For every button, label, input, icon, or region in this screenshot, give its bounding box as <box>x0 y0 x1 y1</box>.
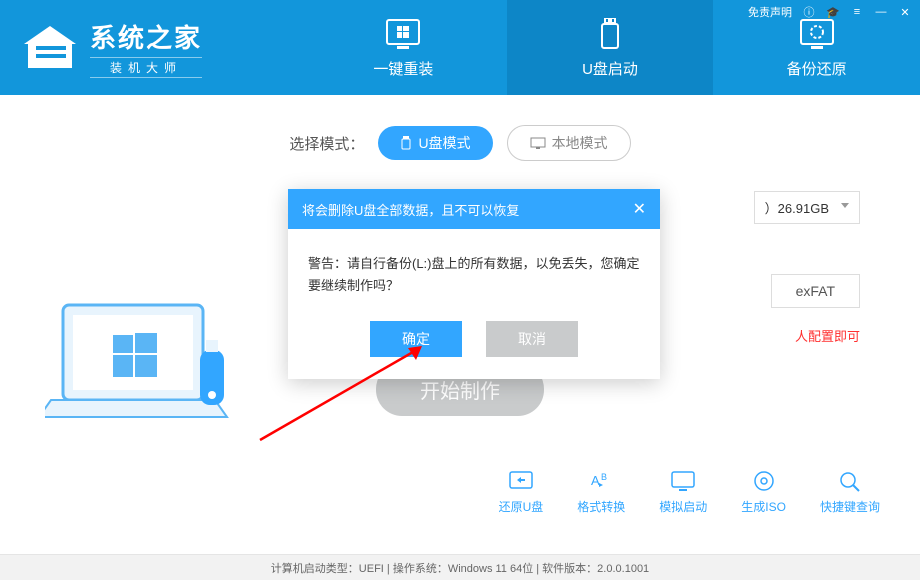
logo-area: 系统之家 装机大师 <box>0 0 300 95</box>
mode-local[interactable]: 本地模式 <box>507 125 631 161</box>
usb-icon <box>590 16 630 52</box>
minimize-icon[interactable]: — <box>874 5 888 19</box>
svg-text:B: B <box>601 472 607 482</box>
graduation-icon[interactable]: 🎓 <box>826 5 840 19</box>
dialog-cancel-button[interactable]: 取消 <box>486 321 578 357</box>
laptop-illustration <box>45 295 245 445</box>
reinstall-icon <box>383 16 423 52</box>
dialog-ok-button[interactable]: 确定 <box>370 321 462 357</box>
dialog-body: 警告：请自行备份(L:)盘上的所有数据，以免丢失，您确定要继续制作吗？ <box>288 229 660 321</box>
tab-usb-boot[interactable]: U盘启动 <box>507 0 714 95</box>
tab-reinstall[interactable]: 一键重装 <box>300 0 507 95</box>
statusbar: 计算机启动类型：UEFI | 操作系统：Windows 11 64位 | 软件版… <box>0 554 920 580</box>
config-hint: 人配置即可 <box>795 326 860 345</box>
tool-format-convert[interactable]: AB 格式转换 <box>577 469 625 515</box>
tool-hotkey-query[interactable]: 快捷键查询 <box>820 469 880 515</box>
tool-generate-iso[interactable]: 生成ISO <box>741 469 786 515</box>
mode-label: 选择模式： <box>289 133 364 154</box>
tool-simulate-boot[interactable]: 模拟启动 <box>659 469 707 515</box>
restore-icon <box>507 469 535 493</box>
monitor-small-icon <box>530 137 546 149</box>
iso-icon <box>750 469 778 493</box>
dialog-titlebar: 将会删除U盘全部数据，且不可以恢复 ✕ <box>288 189 660 229</box>
dialog-title-text: 将会删除U盘全部数据，且不可以恢复 <box>302 200 519 219</box>
info-icon[interactable]: ⓘ <box>802 5 816 19</box>
confirm-dialog: 将会删除U盘全部数据，且不可以恢复 ✕ 警告：请自行备份(L:)盘上的所有数据，… <box>288 189 660 379</box>
app-subtitle: 装机大师 <box>90 57 202 78</box>
filesystem-exfat[interactable]: exFAT <box>771 274 860 308</box>
app-title: 系统之家 <box>90 18 202 55</box>
dialog-buttons: 确定 取消 <box>288 321 660 379</box>
titlebar-controls: 免责声明 ⓘ 🎓 ≡ — ✕ <box>748 4 912 20</box>
mode-selector: 选择模式： U盘模式 本地模式 <box>40 125 880 161</box>
settings-icon[interactable]: ≡ <box>850 5 864 19</box>
drive-selector[interactable]: ）26.91GB <box>754 191 860 224</box>
header: 系统之家 装机大师 一键重装 U盘启动 备份还原 免责声明 ⓘ 🎓 ≡ — ✕ <box>0 0 920 95</box>
close-icon[interactable]: ✕ <box>898 5 912 19</box>
convert-icon: AB <box>587 469 615 493</box>
simulate-icon <box>669 469 697 493</box>
dialog-close-icon[interactable]: ✕ <box>633 199 646 219</box>
mode-usb[interactable]: U盘模式 <box>378 126 492 160</box>
disclaimer-link[interactable]: 免责声明 <box>748 4 792 20</box>
logo-icon <box>20 24 80 72</box>
bottom-tools: 还原U盘 AB 格式转换 模拟启动 生成ISO 快捷键查询 <box>499 469 880 515</box>
hotkey-icon <box>836 469 864 493</box>
backup-icon <box>797 16 837 52</box>
svg-text:A: A <box>591 473 600 488</box>
usb-small-icon <box>400 136 412 150</box>
tool-restore-usb[interactable]: 还原U盘 <box>499 469 544 515</box>
